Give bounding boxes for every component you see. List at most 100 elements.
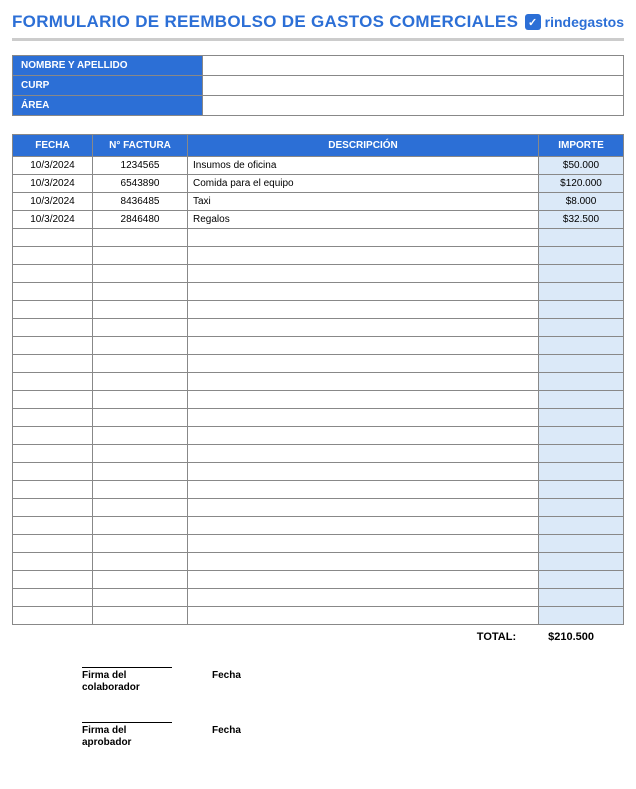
cell-fecha[interactable] bbox=[13, 481, 93, 499]
info-value-area[interactable] bbox=[203, 96, 624, 116]
cell-imp[interactable] bbox=[539, 517, 624, 535]
cell-imp[interactable] bbox=[539, 571, 624, 589]
cell-fact[interactable] bbox=[93, 283, 188, 301]
cell-imp[interactable] bbox=[539, 355, 624, 373]
cell-fecha[interactable] bbox=[13, 247, 93, 265]
info-value-name[interactable] bbox=[203, 56, 624, 76]
cell-imp[interactable] bbox=[539, 481, 624, 499]
cell-fecha[interactable] bbox=[13, 301, 93, 319]
cell-fact[interactable] bbox=[93, 553, 188, 571]
cell-fecha[interactable] bbox=[13, 319, 93, 337]
cell-fecha[interactable] bbox=[13, 445, 93, 463]
cell-fecha[interactable] bbox=[13, 463, 93, 481]
cell-desc[interactable] bbox=[188, 535, 539, 553]
cell-fact[interactable]: 8436485 bbox=[93, 193, 188, 211]
cell-fecha[interactable] bbox=[13, 409, 93, 427]
cell-imp[interactable] bbox=[539, 283, 624, 301]
cell-fecha[interactable] bbox=[13, 229, 93, 247]
cell-desc[interactable] bbox=[188, 409, 539, 427]
cell-desc[interactable] bbox=[188, 373, 539, 391]
cell-fact[interactable]: 6543890 bbox=[93, 175, 188, 193]
cell-desc[interactable] bbox=[188, 445, 539, 463]
cell-desc[interactable] bbox=[188, 553, 539, 571]
cell-desc[interactable] bbox=[188, 265, 539, 283]
cell-desc[interactable]: Regalos bbox=[188, 211, 539, 229]
cell-fact[interactable] bbox=[93, 301, 188, 319]
cell-imp[interactable] bbox=[539, 607, 624, 625]
cell-imp[interactable]: $8.000 bbox=[539, 193, 624, 211]
cell-fact[interactable] bbox=[93, 391, 188, 409]
cell-fecha[interactable] bbox=[13, 607, 93, 625]
cell-fecha[interactable] bbox=[13, 571, 93, 589]
cell-fact[interactable] bbox=[93, 427, 188, 445]
cell-fact[interactable] bbox=[93, 373, 188, 391]
cell-imp[interactable] bbox=[539, 301, 624, 319]
cell-imp[interactable] bbox=[539, 337, 624, 355]
cell-imp[interactable] bbox=[539, 463, 624, 481]
info-value-curp[interactable] bbox=[203, 76, 624, 96]
cell-fecha[interactable]: 10/3/2024 bbox=[13, 175, 93, 193]
cell-desc[interactable] bbox=[188, 355, 539, 373]
cell-imp[interactable] bbox=[539, 589, 624, 607]
cell-imp[interactable] bbox=[539, 535, 624, 553]
cell-imp[interactable]: $50.000 bbox=[539, 157, 624, 175]
cell-fecha[interactable] bbox=[13, 373, 93, 391]
cell-fact[interactable] bbox=[93, 265, 188, 283]
cell-desc[interactable]: Taxi bbox=[188, 193, 539, 211]
cell-imp[interactable]: $120.000 bbox=[539, 175, 624, 193]
cell-fecha[interactable] bbox=[13, 535, 93, 553]
cell-fact[interactable] bbox=[93, 229, 188, 247]
cell-imp[interactable] bbox=[539, 247, 624, 265]
cell-imp[interactable] bbox=[539, 229, 624, 247]
cell-desc[interactable] bbox=[188, 301, 539, 319]
cell-imp[interactable]: $32.500 bbox=[539, 211, 624, 229]
cell-fact[interactable] bbox=[93, 607, 188, 625]
cell-fecha[interactable] bbox=[13, 499, 93, 517]
cell-imp[interactable] bbox=[539, 553, 624, 571]
cell-fecha[interactable] bbox=[13, 337, 93, 355]
cell-desc[interactable] bbox=[188, 229, 539, 247]
cell-imp[interactable] bbox=[539, 445, 624, 463]
cell-imp[interactable] bbox=[539, 409, 624, 427]
cell-desc[interactable] bbox=[188, 391, 539, 409]
cell-imp[interactable] bbox=[539, 427, 624, 445]
cell-fact[interactable]: 2846480 bbox=[93, 211, 188, 229]
cell-desc[interactable] bbox=[188, 247, 539, 265]
cell-fact[interactable]: 1234565 bbox=[93, 157, 188, 175]
cell-fecha[interactable] bbox=[13, 283, 93, 301]
cell-fecha[interactable] bbox=[13, 553, 93, 571]
cell-fecha[interactable] bbox=[13, 391, 93, 409]
cell-fecha[interactable]: 10/3/2024 bbox=[13, 157, 93, 175]
cell-imp[interactable] bbox=[539, 499, 624, 517]
cell-fact[interactable] bbox=[93, 571, 188, 589]
cell-fecha[interactable] bbox=[13, 265, 93, 283]
cell-desc[interactable] bbox=[188, 427, 539, 445]
cell-fecha[interactable] bbox=[13, 589, 93, 607]
cell-desc[interactable] bbox=[188, 337, 539, 355]
cell-fact[interactable] bbox=[93, 463, 188, 481]
cell-desc[interactable] bbox=[188, 481, 539, 499]
cell-desc[interactable] bbox=[188, 517, 539, 535]
cell-fact[interactable] bbox=[93, 445, 188, 463]
cell-fact[interactable] bbox=[93, 409, 188, 427]
cell-desc[interactable] bbox=[188, 571, 539, 589]
cell-imp[interactable] bbox=[539, 391, 624, 409]
cell-imp[interactable] bbox=[539, 319, 624, 337]
cell-desc[interactable] bbox=[188, 319, 539, 337]
cell-fact[interactable] bbox=[93, 589, 188, 607]
cell-fecha[interactable]: 10/3/2024 bbox=[13, 211, 93, 229]
cell-fact[interactable] bbox=[93, 517, 188, 535]
cell-fact[interactable] bbox=[93, 319, 188, 337]
cell-desc[interactable]: Comida para el equipo bbox=[188, 175, 539, 193]
cell-imp[interactable] bbox=[539, 265, 624, 283]
cell-fact[interactable] bbox=[93, 337, 188, 355]
cell-desc[interactable]: Insumos de oficina bbox=[188, 157, 539, 175]
cell-fecha[interactable] bbox=[13, 517, 93, 535]
cell-desc[interactable] bbox=[188, 499, 539, 517]
cell-imp[interactable] bbox=[539, 373, 624, 391]
cell-fact[interactable] bbox=[93, 355, 188, 373]
cell-fecha[interactable]: 10/3/2024 bbox=[13, 193, 93, 211]
cell-fecha[interactable] bbox=[13, 427, 93, 445]
cell-fact[interactable] bbox=[93, 481, 188, 499]
cell-desc[interactable] bbox=[188, 463, 539, 481]
